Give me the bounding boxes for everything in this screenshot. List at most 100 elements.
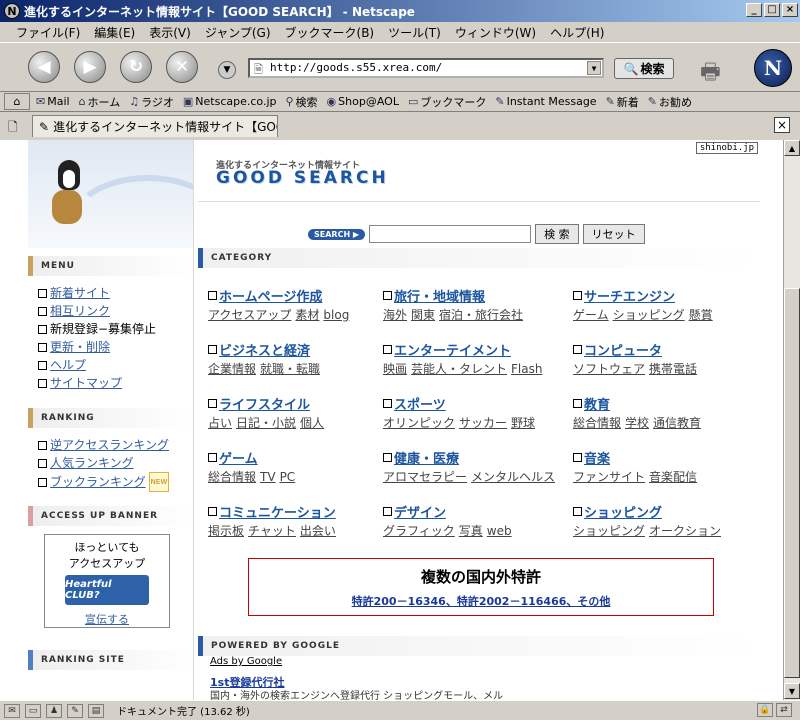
subcategory-link[interactable]: サッカー [459,416,507,430]
list-item[interactable]: 更新・削除 [38,338,193,356]
subcategory-link[interactable]: 就職・転職 [260,362,320,376]
forward-arrow-icon[interactable]: ▶ [74,51,106,83]
scroll-thumb[interactable] [784,288,800,678]
subcategory-link[interactable]: ゲーム [573,308,609,322]
subcategory-link[interactable]: 映画 [383,362,407,376]
subcategory-link[interactable]: アクセスアップ [208,308,291,322]
ranking-link-popular[interactable]: 人気ランキング [50,454,134,472]
close-tab-icon[interactable]: × [774,117,790,133]
subcategory-link[interactable]: オークション [649,524,721,538]
ranking-link-reverse[interactable]: 逆アクセスランキング [50,436,169,454]
subcategory-link[interactable]: グラフィック [383,524,455,538]
vertical-scrollbar[interactable]: ▲ ▼ [783,140,800,700]
list-item[interactable]: 人気ランキング [38,454,193,472]
subcategory-link[interactable]: 総合情報 [573,416,621,430]
menu-link-update[interactable]: 更新・削除 [50,338,110,356]
subcategory-link[interactable]: 占い [208,416,232,430]
aim-status-icon[interactable]: ♟ [46,703,62,718]
subcategory-link[interactable]: 総合情報 [208,470,256,484]
category-link[interactable]: サーチエンジン [584,286,675,305]
subcategory-link[interactable]: ファンサイト [573,470,645,484]
subcategory-link[interactable]: 宿泊・旅行会社 [439,308,523,322]
advertise-link[interactable]: 宣伝する [85,611,129,627]
page-proxy-icon[interactable]: 🗎 [254,61,263,80]
composer-status-icon[interactable]: ✎ [67,703,83,718]
subcategory-link[interactable]: TV [260,470,276,484]
site-search-input[interactable] [369,225,532,243]
subcategory-link[interactable]: 掲示板 [208,524,244,538]
subcategory-link[interactable]: 音楽配信 [649,470,697,484]
subcategory-link[interactable]: 携帯電話 [649,362,697,376]
menu-file[interactable]: ファイル(F) [16,24,80,41]
list-item[interactable]: サイトマップ [38,374,193,392]
list-item[interactable]: ヘルプ [38,356,193,374]
print-icon[interactable]: 🖶 [700,55,721,93]
category-link[interactable]: エンターテイメント [394,340,511,359]
ranking-link-book[interactable]: ブックランキング [50,473,146,491]
subcategory-link[interactable]: チャット [248,524,296,538]
address-book-icon[interactable]: ▤ [88,703,104,718]
bookmark-mail[interactable]: ✉ Mail [36,95,70,108]
list-item[interactable]: 相互リンク [38,302,193,320]
category-link[interactable]: 旅行・地域情報 [394,286,485,305]
menu-window[interactable]: ウィンドウ(W) [455,24,536,41]
subcategory-link[interactable]: 海外 [383,308,407,322]
subcategory-link[interactable]: 懸賞 [689,308,713,322]
subcategory-link[interactable]: web [487,524,512,538]
subcategory-link[interactable]: オリンピック [383,416,455,430]
history-dropdown-icon[interactable]: ▼ [218,61,236,79]
subcategory-link[interactable]: アロマセラピー [383,470,467,484]
site-title[interactable]: GOOD SEARCH [216,168,389,188]
new-tab-icon[interactable]: 🗋 [8,118,18,139]
list-item[interactable]: 逆アクセスランキング [38,436,193,454]
bookmark-radio[interactable]: ♫ ラジオ [129,94,174,110]
subcategory-link[interactable]: 企業情報 [208,362,256,376]
category-link[interactable]: コンピュータ [584,340,662,359]
reload-icon[interactable]: ↻ [120,51,152,83]
menu-link-sitemap[interactable]: サイトマップ [50,374,122,392]
home-button-icon[interactable]: ⌂ [4,93,30,110]
menu-bookmarks[interactable]: ブックマーク(B) [285,24,375,41]
menu-go[interactable]: ジャンプ(G) [205,24,271,41]
scroll-down-icon[interactable]: ▼ [784,683,800,699]
category-link[interactable]: ビジネスと経済 [219,340,310,359]
category-link[interactable]: デザイン [394,502,446,521]
menu-link-help[interactable]: ヘルプ [50,356,86,374]
subcategory-link[interactable]: ショッピング [573,524,645,538]
bookmark-shop[interactable]: ◉ Shop@AOL [327,95,399,108]
url-bar[interactable]: 🗎 http://goods.s55.xrea.com/ ▼ [248,58,604,78]
list-item[interactable]: ブックランキング NEW [38,472,193,492]
shinobi-counter[interactable]: shinobi.jp [695,142,758,154]
heartful-club-banner[interactable]: Heartful CLUB? [65,575,149,605]
subcategory-link[interactable]: 学校 [625,416,649,430]
bookmark-instant-message[interactable]: ✎ Instant Message [495,95,596,108]
search-reset-button[interactable]: リセット [582,224,645,244]
subcategory-link[interactable]: 個人 [300,416,324,430]
subcategory-link[interactable]: 野球 [511,416,535,430]
category-link[interactable]: 音楽 [584,448,610,467]
security-lock-icon[interactable]: 🔒 [757,703,773,717]
category-link[interactable]: ホームページ作成 [219,286,322,305]
patent-link[interactable]: 特許200－16346、特許2002－116466、その他 [352,593,611,609]
menu-link-new[interactable]: 新着サイト [50,284,110,302]
menu-link-mutual[interactable]: 相互リンク [50,302,110,320]
subcategory-link[interactable]: 素材 [295,308,319,322]
subcategory-link[interactable]: PC [280,470,296,484]
mail-status-icon[interactable]: ✉ [4,703,20,718]
category-link[interactable]: スポーツ [394,394,446,413]
netscape-app-icon[interactable]: N [4,3,20,19]
bookmark-recommend[interactable]: ✎ お勧め [648,94,692,110]
menu-tools[interactable]: ツール(T) [388,24,441,41]
category-link[interactable]: ライフスタイル [219,394,310,413]
search-submit-button[interactable]: 検 索 [535,224,579,244]
maximize-button[interactable]: □ [764,3,780,17]
close-button[interactable]: × [782,3,798,17]
toolbar-search-button[interactable]: 🔍 検索 [614,58,674,79]
url-dropdown-icon[interactable]: ▼ [587,61,601,75]
online-status-icon[interactable]: ⇄ [776,703,792,717]
bookmark-new[interactable]: ✎ 新着 [606,94,639,110]
bookmark-bookmarks[interactable]: ▭ ブックマーク [408,94,486,110]
menu-view[interactable]: 表示(V) [149,24,191,41]
subcategory-link[interactable]: 芸能人・タレント [411,362,507,376]
minimize-button[interactable]: _ [746,3,762,17]
